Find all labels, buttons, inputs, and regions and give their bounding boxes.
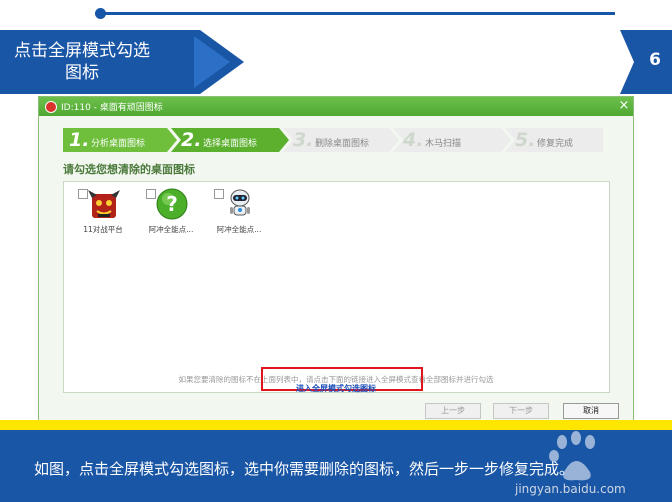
step-bar: 1. 分析桌面图标 2. 选择桌面图标 3. 删除桌面图标 4. 木马扫描 5.… <box>63 128 603 152</box>
top-decor-line <box>100 12 615 15</box>
icon-caption: 阿冲全能点... <box>148 225 194 234</box>
slide-title-line: 点击全屏模式勾选 <box>14 41 150 61</box>
app-lifebuoy-icon <box>45 101 57 113</box>
title-arrow-inner <box>194 36 230 88</box>
svg-text:?: ? <box>166 192 178 216</box>
icon-caption: 阿冲全能点... <box>216 225 262 234</box>
dialog-titlebar[interactable]: ID:110 - 桌面有顽固图标 × <box>39 97 633 116</box>
watermark-text: jingyan.baidu.com <box>515 482 626 496</box>
cancel-button[interactable]: 取消 <box>563 403 619 419</box>
icon-checkbox[interactable] <box>214 189 224 199</box>
list-item[interactable]: 11对战平台 <box>70 188 132 236</box>
dialog-window: ID:110 - 桌面有顽固图标 × 1. 分析桌面图标 2. 选择桌面图标 3… <box>38 96 634 422</box>
instruction-text: 请勾选您想清除的桌面图标 <box>63 163 195 176</box>
icon-checkbox[interactable] <box>146 189 156 199</box>
page-number: 6 <box>649 50 661 70</box>
prev-button[interactable]: 上一步 <box>425 403 481 419</box>
icon-list: 11对战平台 ? 阿冲全能点... 阿冲全能点... <box>63 181 610 393</box>
list-item[interactable]: 阿冲全能点... <box>206 188 268 236</box>
green-question-icon: ? <box>156 188 188 220</box>
dialog-title: ID:110 - 桌面有顽固图标 <box>61 103 163 113</box>
page-badge-notch <box>620 30 634 94</box>
robot-icon <box>230 189 250 216</box>
demon-game-icon <box>88 190 120 218</box>
close-button[interactable]: × <box>617 98 631 114</box>
slide-title: 点击全屏模式勾选 图标 <box>4 40 160 84</box>
fullscreen-mode-link[interactable]: 进入全屏模式勾选图标 <box>39 383 633 394</box>
icon-caption: 11对战平台 <box>83 225 123 234</box>
list-item[interactable]: ? 阿冲全能点... <box>138 188 200 236</box>
icon-checkbox[interactable] <box>78 189 88 199</box>
slide-title-line: 图标 <box>65 63 99 83</box>
next-button[interactable]: 下一步 <box>493 403 549 419</box>
